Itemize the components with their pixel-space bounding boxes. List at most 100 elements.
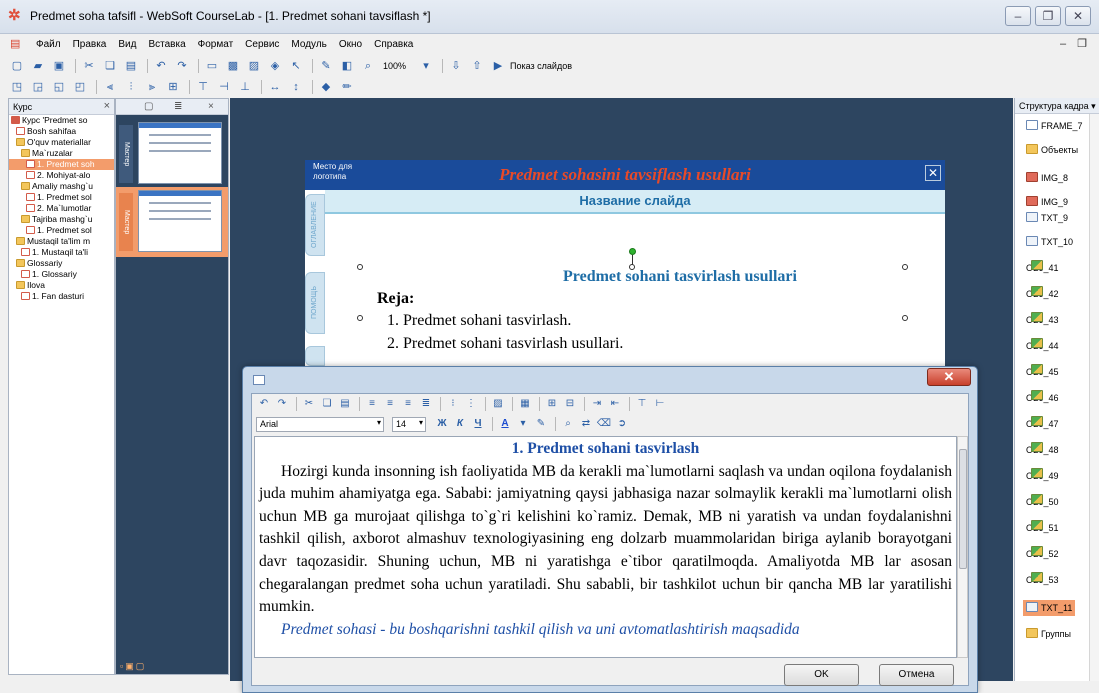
cut-icon[interactable]: ✂ (80, 58, 98, 74)
object-item[interactable]: OBJ_42 (1023, 286, 1062, 302)
split-cells-icon[interactable]: ⊢ (652, 396, 668, 412)
send-back-icon[interactable]: ◲ (29, 79, 47, 95)
font-color-dropdown-icon[interactable]: ▾ (515, 416, 531, 432)
object-item[interactable]: OBJ_43 (1023, 312, 1062, 328)
align-left-icon[interactable]: ⫷ (101, 79, 119, 95)
outline-tab-icon[interactable]: ≣ (174, 101, 182, 112)
backward-icon[interactable]: ◰ (71, 79, 89, 95)
copy-icon[interactable]: ❏ (101, 58, 119, 74)
open-folder-icon[interactable]: ▰ (29, 58, 47, 74)
same-height-icon[interactable]: ↕ (287, 79, 305, 95)
undo-icon[interactable]: ↶ (152, 58, 170, 74)
tree-item[interactable]: 1. Predmet sol (9, 225, 114, 236)
underline-icon[interactable]: Ч (470, 416, 486, 432)
tree-item[interactable]: 1. Glossariy (9, 269, 114, 280)
insert-image-icon[interactable]: ▨ (490, 396, 506, 412)
forward-icon[interactable]: ◱ (50, 79, 68, 95)
menu-window[interactable]: Окно (333, 39, 368, 50)
tree-item[interactable]: 1. Fan dasturi (9, 291, 114, 302)
distribute-icon[interactable]: ⊞ (164, 79, 182, 95)
tree-item[interactable]: Mustaqil ta'lim m (9, 236, 114, 247)
tree-item[interactable]: Glossariy (9, 258, 114, 269)
rich-text-editor[interactable]: 1. Predmet sohani tasvirlash Hozirgi kun… (254, 436, 957, 658)
fill-color-icon[interactable]: ◆ (317, 79, 335, 95)
font-size-select[interactable]: 14 ▾ (392, 416, 426, 432)
preview-icon[interactable]: ◧ (338, 58, 356, 74)
tree-item[interactable]: 1. Predmet soh (9, 159, 114, 170)
align-bottom-icon[interactable]: ⊥ (236, 79, 254, 95)
pointer-icon[interactable]: ↖ (287, 58, 305, 74)
delete-row-icon[interactable]: ⊟ (562, 396, 578, 412)
object-item[interactable]: OBJ_45 (1023, 364, 1062, 380)
mdi-controls[interactable]: – ❐ (1060, 37, 1091, 50)
resize-handle[interactable] (902, 315, 908, 321)
menu-module[interactable]: Модуль (285, 39, 332, 50)
highlight-icon[interactable]: ✎ (533, 416, 549, 432)
save-icon[interactable]: ▣ (50, 58, 68, 74)
tree-item[interactable]: Amaliy mashg`u (9, 181, 114, 192)
menu-help[interactable]: Справка (368, 39, 419, 50)
editor-heading[interactable]: 1. Predmet sohani tasvirlash (259, 438, 952, 461)
tree-item[interactable]: Bosh sahifaa (9, 126, 114, 137)
minimize-button[interactable]: – (1005, 6, 1031, 26)
paste-icon[interactable]: ▤ (122, 58, 140, 74)
object-item[interactable]: OBJ_46 (1023, 390, 1062, 406)
same-width-icon[interactable]: ↔ (266, 79, 284, 95)
slide-header-title[interactable]: Predmet sohasini tavsiflash usullari (375, 165, 875, 185)
tree-item[interactable]: 2. Mohiyat-alo (9, 170, 114, 181)
editor-scrollbar[interactable] (957, 436, 968, 658)
structure-panel-header[interactable]: Структура кадра ▾ (1015, 98, 1099, 114)
insert-column-icon[interactable]: ⇥ (589, 396, 605, 412)
master-thumbnail-1[interactable]: Мастер (116, 119, 228, 189)
rotation-handle[interactable] (629, 248, 636, 255)
tree-item[interactable]: 1. Predmet sol (9, 192, 114, 203)
font-color-icon[interactable]: A (497, 416, 513, 432)
menu-edit[interactable]: Правка (67, 39, 113, 50)
plan-item-1[interactable]: 1. Predmet sohani tasvirlash. (387, 312, 571, 330)
close-icon[interactable]: × (208, 101, 214, 112)
plan-heading[interactable]: Reja: (377, 290, 414, 308)
align-center-icon[interactable]: ⫶ (122, 79, 140, 95)
copy-icon[interactable]: ❏ (319, 396, 335, 412)
import-icon[interactable]: ⇩ (447, 58, 465, 74)
object-item[interactable]: OBJ_47 (1023, 416, 1062, 432)
ok-button[interactable]: OK (784, 664, 859, 686)
tree-item[interactable]: 1. Mustaqil ta'li (9, 247, 114, 258)
insert-row-icon[interactable]: ⊞ (544, 396, 560, 412)
image-icon[interactable]: ▩ (224, 58, 242, 74)
tree-item[interactable]: Курс 'Predmet so (9, 115, 114, 126)
scrollbar-thumb[interactable] (959, 449, 967, 569)
tree-item[interactable]: 2. Ma`lumotlar (9, 203, 114, 214)
menu-service[interactable]: Сервис (239, 39, 285, 50)
cut-icon[interactable]: ✂ (301, 396, 317, 412)
resize-handle[interactable] (357, 315, 363, 321)
maximize-button[interactable]: ❐ (1035, 6, 1061, 26)
close-window-button[interactable]: ✕ (1065, 6, 1091, 26)
menu-insert[interactable]: Вставка (142, 39, 191, 50)
object-item[interactable]: IMG_9 (1023, 194, 1071, 210)
slideshow-button[interactable]: Показ слайдов (510, 61, 572, 71)
delete-column-icon[interactable]: ⇤ (607, 396, 623, 412)
dialog-close-button[interactable]: ✕ (927, 368, 971, 386)
object-item[interactable]: OBJ_48 (1023, 442, 1062, 458)
italic-icon[interactable]: К (452, 416, 468, 432)
menu-format[interactable]: Формат (192, 39, 240, 50)
object-item[interactable]: FRAME_7 (1023, 118, 1086, 134)
object-item[interactable]: OBJ_52 (1023, 546, 1062, 562)
object-item[interactable]: OBJ_50 (1023, 494, 1062, 510)
slide-body-title[interactable]: Predmet sohani tasvirlash usullari (445, 268, 915, 286)
logo-placeholder[interactable]: Место для логотипа (313, 162, 352, 182)
cancel-button[interactable]: Отмена (879, 664, 954, 686)
object-item[interactable]: OBJ_49 (1023, 468, 1062, 484)
new-icon[interactable]: ▢ (8, 58, 26, 74)
menu-file[interactable]: Файл (30, 39, 67, 50)
side-tab-extra[interactable] (305, 346, 325, 366)
justify-icon[interactable]: ≣ (418, 396, 434, 412)
align-right-icon[interactable]: ⫸ (143, 79, 161, 95)
insert-link-icon[interactable]: ➲ (614, 416, 630, 432)
object-item[interactable]: OBJ_44 (1023, 338, 1062, 354)
slide-close-icon[interactable]: ✕ (925, 165, 941, 181)
editor-next-line[interactable]: Predmet sohasi - bu boshqarishni tashkil… (259, 619, 952, 642)
object-icon[interactable]: ◈ (266, 58, 284, 74)
object-item[interactable]: Объекты (1023, 142, 1081, 158)
